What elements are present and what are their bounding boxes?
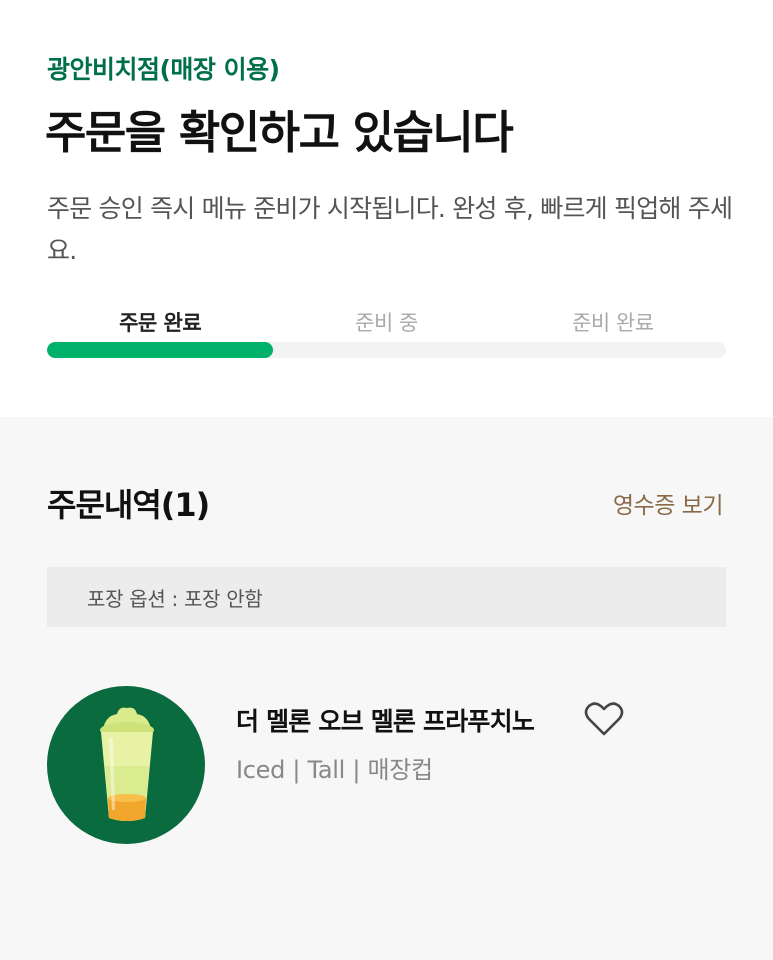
melon-frappuccino-image (47, 686, 205, 844)
order-history-title: 주문내역(1) (47, 486, 210, 524)
order-item: 더 멜론 오브 멜론 프라푸치노 Iced | Tall | 매장컵 (47, 686, 726, 844)
progress-bar-fill (47, 342, 274, 358)
packaging-option-text: 포장 옵션 : 포장 안함 (87, 586, 263, 611)
view-receipt-link[interactable]: 영수증 보기 (613, 486, 724, 520)
page-title: 주문을 확인하고 있습니다 (45, 106, 514, 159)
packaging-option-box: 포장 옵션 : 포장 안함 (47, 567, 726, 627)
store-name: 광안비치점(매장 이용) (47, 55, 280, 84)
heart-outline-icon[interactable] (584, 700, 624, 738)
step-order-complete: 주문 완료 (119, 311, 202, 335)
order-status-panel: 광안비치점(매장 이용) 주문을 확인하고 있습니다 주문 승인 즉시 메뉴 준… (0, 0, 773, 417)
step-preparing: 준비 중 (355, 311, 418, 335)
item-options: Iced | Tall | 매장컵 (236, 756, 433, 784)
status-description: 주문 승인 즉시 메뉴 준비가 시작됩니다. 완성 후, 빠르게 픽업해 주세요… (47, 194, 733, 265)
item-name: 더 멜론 오브 멜론 프라푸치노 (236, 707, 535, 736)
progress-steps: 주문 완료 준비 중 준비 완료 (47, 307, 726, 337)
progress-bar (47, 342, 726, 358)
step-ready: 준비 완료 (572, 311, 654, 335)
